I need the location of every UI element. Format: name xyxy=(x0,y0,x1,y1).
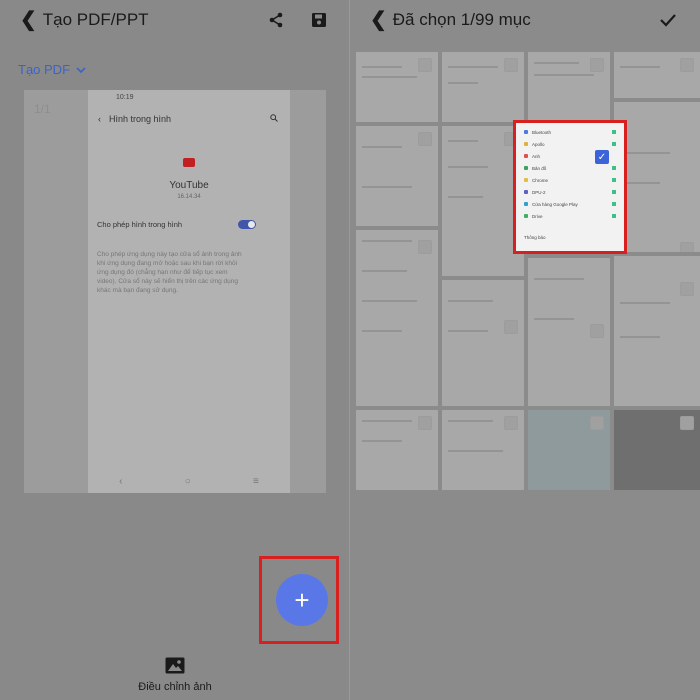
list-footer: Thông báo xyxy=(524,235,546,240)
list-item: Bluetooth xyxy=(524,128,616,136)
page-preview: 1/1 10:19 ‹ Hình trong hình YouTube 16.1… xyxy=(24,90,326,493)
list-item: Chrome xyxy=(524,176,616,184)
gallery-thumbnail[interactable] xyxy=(528,258,610,406)
list-item-label: Bản đồ xyxy=(532,165,547,171)
list-item: Bản đồ xyxy=(524,164,616,172)
list-item-label: Apollo xyxy=(532,141,545,147)
app-name: YouTube xyxy=(169,180,209,191)
pip-label: Cho phép hình trong hình xyxy=(97,220,183,229)
page-indicator: 1/1 xyxy=(34,102,51,116)
gallery-thumbnail[interactable] xyxy=(528,52,610,122)
right-panel: ❮ Đã chọn 1/99 mục Bluetooth Apollo Anh … xyxy=(350,0,700,700)
selection-title: Đã chọn 1/99 mục xyxy=(392,10,531,29)
back-arrow-icon[interactable]: ❮ xyxy=(0,10,43,30)
list-item-label: Cửa hàng Google Play xyxy=(532,201,578,207)
list-item-label: DPU-2 xyxy=(532,189,546,195)
list-item: Cửa hàng Google Play xyxy=(524,200,616,208)
image-gallery: Bluetooth Apollo Anh Bản đồ Chrome DPU-2… xyxy=(356,52,700,490)
gallery-thumbnail[interactable] xyxy=(442,280,524,406)
format-dropdown-label: Tạo PDF xyxy=(18,62,71,77)
list-item: Apollo xyxy=(524,140,616,148)
phone-status-time: 10:19 xyxy=(116,93,134,101)
gallery-thumbnail[interactable] xyxy=(614,256,700,406)
gallery-thumbnail[interactable] xyxy=(442,410,524,490)
format-dropdown[interactable]: Tạo PDF xyxy=(18,62,86,77)
adjust-image-label[interactable]: Điều chỉnh ảnh xyxy=(0,681,350,693)
gallery-thumbnail[interactable] xyxy=(442,52,524,122)
page-title: Tạo PDF/PPT xyxy=(42,10,149,29)
list-item-label: Drive xyxy=(532,213,543,219)
selected-thumbnail[interactable]: Bluetooth Apollo Anh Bản đồ Chrome DPU-2… xyxy=(513,120,627,254)
list-item: DPU-2 xyxy=(524,188,616,196)
phone-nav-bar: ‹ ○ ≡ xyxy=(88,476,290,487)
confirm-check-icon[interactable] xyxy=(658,10,678,30)
right-header: ❮ Đã chọn 1/99 mục xyxy=(350,0,700,40)
nav-back-icon: ‹ xyxy=(119,476,123,487)
gallery-thumbnail[interactable] xyxy=(356,52,438,122)
left-header: ❮ Tạo PDF/PPT xyxy=(0,0,350,40)
image-adjust-icon[interactable] xyxy=(165,657,185,674)
youtube-logo-icon xyxy=(183,158,195,167)
nav-menu-icon: ≡ xyxy=(253,476,259,487)
gallery-thumbnail[interactable] xyxy=(356,410,438,490)
app-version: 16.14.34 xyxy=(177,194,201,200)
list-item: Drive xyxy=(524,212,616,220)
phone-back-icon: ‹ xyxy=(98,114,101,124)
back-arrow-icon[interactable]: ❮ xyxy=(350,10,393,30)
screenshot-image: 10:19 ‹ Hình trong hình YouTube 16.14.34… xyxy=(88,90,290,493)
list-item-label: Anh xyxy=(532,153,541,159)
chevron-down-icon xyxy=(76,62,86,77)
pip-toggle xyxy=(238,220,256,229)
gallery-thumbnail[interactable] xyxy=(528,410,610,490)
save-icon[interactable] xyxy=(309,10,329,30)
gallery-thumbnail[interactable] xyxy=(614,52,700,98)
list-item-label: Bluetooth xyxy=(532,129,552,135)
gallery-thumbnail[interactable] xyxy=(614,410,700,490)
gallery-thumbnail[interactable] xyxy=(356,126,438,226)
list-item-label: Chrome xyxy=(532,177,549,183)
nav-home-icon: ○ xyxy=(184,476,191,487)
phone-header: ‹ Hình trong hình xyxy=(98,114,278,124)
gallery-thumbnail[interactable] xyxy=(356,230,438,406)
selected-check-icon[interactable]: ✓ xyxy=(595,150,609,164)
gallery-thumbnail[interactable] xyxy=(442,126,524,276)
phone-header-title: Hình trong hình xyxy=(109,114,172,124)
phone-search-icon xyxy=(270,114,278,124)
phone-status-bar: 10:19 xyxy=(88,90,290,104)
add-image-button[interactable]: + xyxy=(276,574,328,626)
pip-description: Cho phép ứng dụng này tạo cửa sổ ảnh tro… xyxy=(97,251,242,294)
share-icon[interactable] xyxy=(266,10,286,30)
left-panel: ❮ Tạo PDF/PPT Tạo PDF 1/1 10:19 ‹ Hình t… xyxy=(0,0,350,700)
